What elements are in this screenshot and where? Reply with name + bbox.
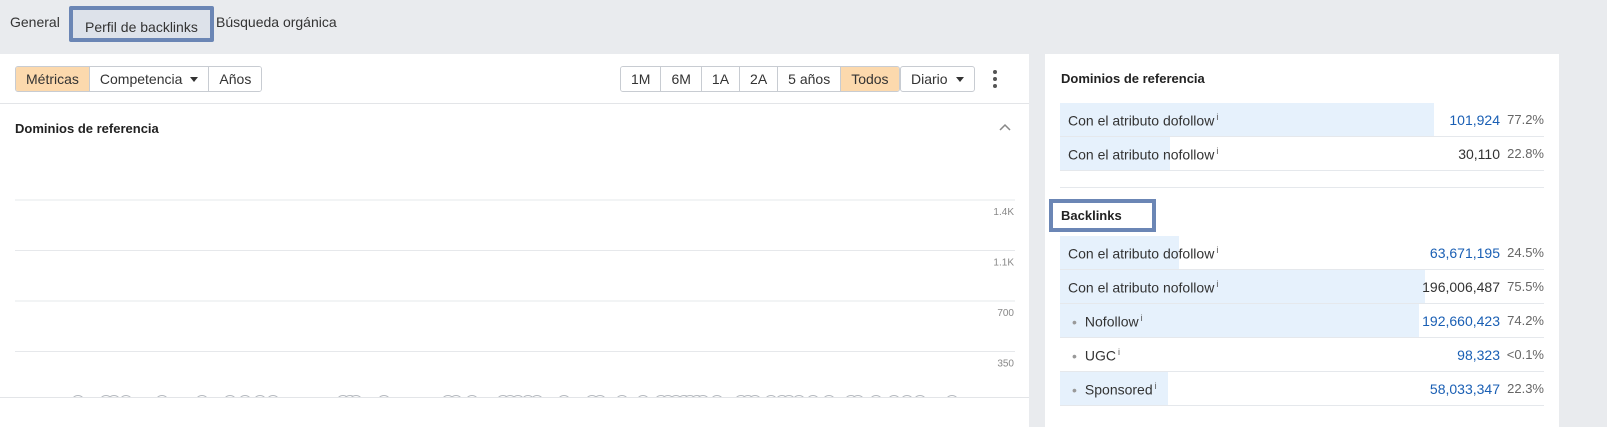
years-button[interactable]: Años: [209, 67, 262, 91]
granularity-label: Diario: [911, 71, 948, 87]
metric-label: • UGC i: [1072, 347, 1120, 364]
metric-label-text: UGC: [1084, 347, 1117, 364]
tab-backlink-profile[interactable]: Perfil de backlinks: [69, 6, 214, 42]
metric-label-text: Con el atributo dofollow: [1068, 112, 1215, 129]
y-tick-label: 1.4K: [993, 207, 1014, 218]
metric-toolbar: Métricas Competencia Años: [15, 66, 263, 92]
metric-label-text: Nofollow: [1084, 313, 1139, 330]
metric-label-text: Sponsored: [1084, 381, 1153, 398]
metric-row: Con el atributo nofollow i 196,006,487 75.5…: [1060, 270, 1544, 304]
chevron-down-icon: [955, 77, 964, 82]
metric-value[interactable]: 98,323: [1457, 347, 1500, 363]
ref-domains-title: Dominios de referencia: [1061, 71, 1205, 86]
competition-dropdown[interactable]: Competencia: [89, 67, 210, 91]
metric-label: Con el atributo nofollow i: [1068, 146, 1218, 163]
metric-percent: 22.3%: [1507, 381, 1544, 396]
range-1m-button[interactable]: 1M: [621, 67, 662, 91]
metric-value[interactable]: 58,033,347: [1430, 381, 1500, 397]
tab-organic-search[interactable]: Búsqueda orgánica: [216, 14, 337, 30]
bullet-icon: •: [1072, 381, 1077, 398]
backlinks-title: Backlinks: [1049, 199, 1156, 232]
info-icon[interactable]: i: [1216, 245, 1218, 255]
report-tabs: General Perfil de backlinks Búsqueda org…: [0, 0, 1607, 48]
range-selector: 1M 6M 1A 2A 5 años Todos: [620, 66, 900, 92]
info-icon[interactable]: i: [1118, 347, 1120, 357]
referring-domains-chart: 1.4K1.1K70035006 jun. 201510 sep. 201616…: [15, 199, 1015, 397]
metric-row: • UGC i 98,323 <0.1%: [1060, 338, 1544, 372]
chart-panel: Métricas Competencia Años 1M 6M 1A 2A 5 …: [0, 54, 1029, 427]
metric-row: Con el atributo dofollow i 101,924 77.2%: [1060, 103, 1544, 137]
metric-percent: 75.5%: [1507, 279, 1544, 294]
divider: [1060, 187, 1544, 188]
metric-row: Con el atributo dofollow i 63,671,195 24.5%: [1060, 236, 1544, 270]
chevron-up-icon[interactable]: [998, 122, 1012, 132]
metric-label: • Nofollow i: [1072, 313, 1143, 330]
summary-panel: Dominios de referencia Con el atributo d…: [1045, 54, 1559, 427]
granularity-dropdown[interactable]: Diario: [900, 66, 975, 92]
range-all-button[interactable]: Todos: [841, 67, 899, 91]
metrics-button[interactable]: Métricas: [16, 67, 90, 91]
bullet-icon: •: [1072, 347, 1077, 364]
range-6m-button[interactable]: 6M: [661, 67, 702, 91]
info-icon[interactable]: i: [1216, 146, 1218, 156]
divider: [0, 397, 1029, 398]
y-tick-label: 1.1K: [993, 258, 1014, 269]
range-segment: 1M 6M 1A 2A 5 años Todos: [620, 66, 900, 92]
metric-percent: 24.5%: [1507, 245, 1544, 260]
range-2y-button[interactable]: 2A: [740, 67, 779, 91]
metric-row: • Nofollow i 192,660,423 74.2%: [1060, 304, 1544, 338]
metric-value[interactable]: 63,671,195: [1430, 245, 1500, 261]
metric-label: Con el atributo dofollow i: [1068, 245, 1218, 262]
divider: [0, 103, 1029, 104]
metric-row: Con el atributo nofollow i 30,110 22.8%: [1060, 137, 1544, 171]
metric-value[interactable]: 192,660,423: [1422, 313, 1500, 329]
metric-percent: 77.2%: [1507, 112, 1544, 127]
metric-label: Con el atributo dofollow i: [1068, 112, 1218, 129]
metric-percent: 74.2%: [1507, 313, 1544, 328]
info-icon[interactable]: i: [1216, 112, 1218, 122]
range-5y-button[interactable]: 5 años: [778, 67, 842, 91]
metric-segment: Métricas Competencia Años: [15, 66, 263, 92]
info-icon[interactable]: i: [1155, 381, 1157, 391]
metric-label-text: Con el atributo dofollow: [1068, 245, 1215, 262]
metric-percent: 22.8%: [1507, 146, 1544, 161]
metric-label-text: Con el atributo nofollow: [1068, 146, 1215, 163]
metric-label: • Sponsored i: [1072, 381, 1157, 398]
bullet-icon: •: [1072, 313, 1077, 330]
info-icon[interactable]: i: [1141, 313, 1143, 323]
metric-value[interactable]: 101,924: [1449, 112, 1500, 128]
competition-label: Competencia: [99, 71, 183, 87]
y-tick-label: 350: [997, 359, 1014, 370]
metric-row: • Sponsored i 58,033,347 22.3%: [1060, 372, 1544, 406]
y-tick-label: 700: [997, 308, 1014, 319]
chevron-down-icon: [190, 77, 199, 82]
metric-percent: <0.1%: [1506, 347, 1544, 362]
info-icon[interactable]: i: [1216, 279, 1218, 289]
metric-label-text: Con el atributo nofollow: [1068, 279, 1215, 296]
metric-value: 196,006,487: [1422, 279, 1500, 295]
chart-section-title: Dominios de referencia: [15, 121, 159, 136]
metric-value: 30,110: [1458, 146, 1500, 162]
metric-label: Con el atributo nofollow i: [1068, 279, 1218, 296]
more-options-icon[interactable]: [990, 70, 1000, 88]
range-1y-button[interactable]: 1A: [701, 67, 741, 91]
tab-general[interactable]: General: [10, 14, 60, 30]
